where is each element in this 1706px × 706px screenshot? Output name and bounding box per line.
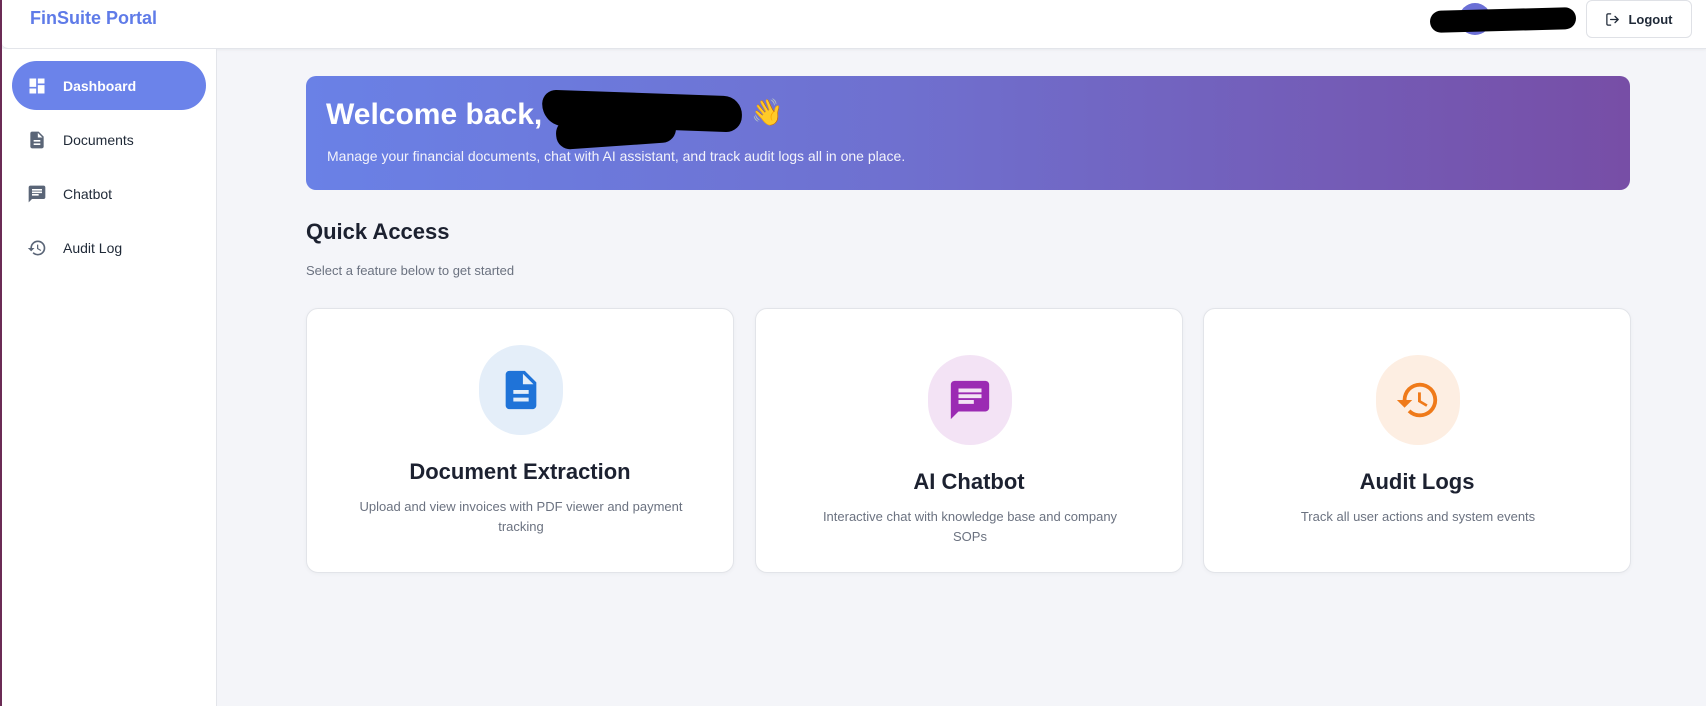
card-document-extraction[interactable]: Document Extraction Upload and view invo… [306,308,734,573]
sidebar-item-label: Dashboard [63,77,137,94]
card-icon-badge [928,355,1012,445]
sidebar-item-label: Chatbot [63,185,113,202]
card-icon-badge [1376,355,1460,445]
history-icon [27,238,47,258]
document-icon [505,370,537,410]
sidebar-item-dashboard[interactable]: Dashboard [12,61,206,110]
sidebar-item-audit-log[interactable]: Audit Log [12,223,206,272]
card-audit-logs[interactable]: Audit Logs Track all user actions and sy… [1203,308,1631,573]
card-description: Track all user actions and system events [1300,509,1536,524]
document-icon [27,130,47,150]
logout-button[interactable]: Logout [1586,0,1692,38]
card-description: Upload and view invoices with PDF viewer… [359,499,683,534]
card-title: Document Extraction [409,459,631,484]
welcome-subtitle: Manage your financial documents, chat wi… [327,148,906,164]
wave-emoji: 👋 [751,98,784,128]
user-profile[interactable] [1429,3,1577,35]
section-title: Quick Access [306,219,450,244]
chat-icon [950,380,990,420]
sidebar-item-documents[interactable]: Documents [12,115,206,164]
card-ai-chatbot[interactable]: AI Chatbot Interactive chat with knowled… [755,308,1183,573]
window-edge [0,0,2,706]
chat-icon [27,184,47,204]
history-icon [1396,382,1438,418]
brand-title[interactable]: FinSuite Portal [30,8,157,29]
dashboard-icon [27,76,47,96]
sidebar: Dashboard Documents Chatbot Audit Log [2,49,217,706]
card-title: Audit Logs [1359,469,1475,494]
card-title: AI Chatbot [913,469,1025,494]
card-icon-badge [479,345,563,435]
sidebar-item-label: Audit Log [63,239,123,256]
welcome-title: Welcome back, [326,98,543,131]
top-bar: FinSuite Portal Logout [2,0,1706,49]
logout-label: Logout [1628,11,1673,27]
card-description: Interactive chat with knowledge base and… [822,509,1118,544]
section-subtitle: Select a feature below to get started [306,263,515,278]
sidebar-item-label: Documents [63,131,134,148]
sidebar-item-chatbot[interactable]: Chatbot [12,169,206,218]
redacted-username [1429,7,1577,33]
logout-icon [1606,12,1620,26]
welcome-banner: Welcome back, 👋 Manage your financial do… [306,76,1630,190]
